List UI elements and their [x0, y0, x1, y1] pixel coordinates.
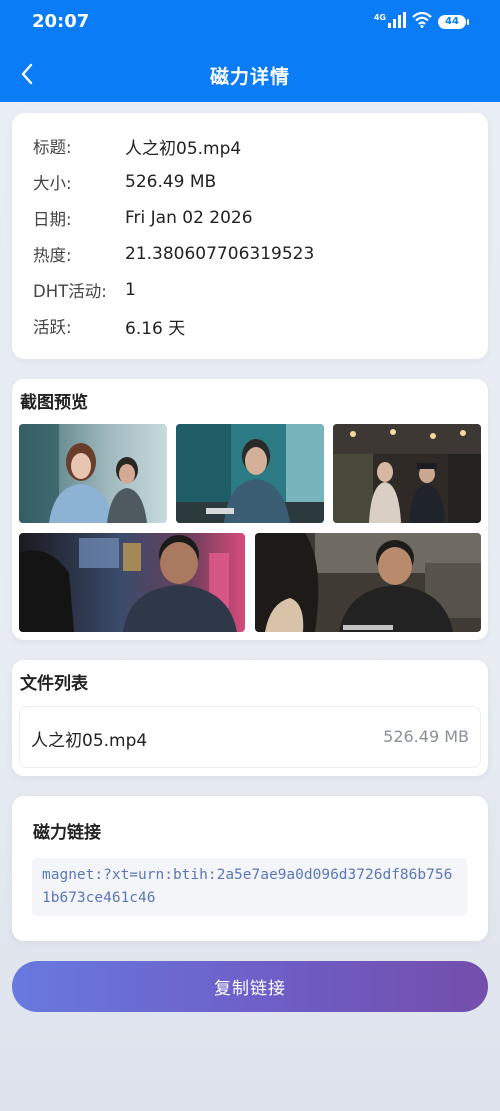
info-value: 1	[125, 280, 136, 300]
file-list-item[interactable]: 人之初05.mp4 526.49 MB	[19, 706, 481, 768]
app-header: 20:07 4G 44 磁力详情	[0, 0, 500, 102]
screenshot-thumbnail-5[interactable]	[255, 533, 481, 632]
magnet-link-card: 磁力链接 magnet:?xt=urn:btih:2a5e7ae9a0d096d…	[12, 796, 488, 941]
info-value: 526.49 MB	[125, 172, 217, 192]
info-value: 6.16 天	[125, 318, 186, 339]
screenshot-preview-card: 截图预览	[12, 379, 488, 640]
nav-bar: 磁力详情	[0, 46, 500, 102]
file-list-card: 文件列表 人之初05.mp4 526.49 MB	[12, 660, 488, 776]
signal-icon	[388, 12, 406, 32]
section-title: 磁力链接	[33, 823, 101, 843]
scene-image	[333, 424, 481, 523]
scene-image	[19, 424, 167, 523]
file-name: 人之初05.mp4	[31, 731, 148, 751]
info-value: Fri Jan 02 2026	[125, 208, 253, 228]
info-label: 标题:	[33, 138, 72, 157]
info-value: 人之初05.mp4	[125, 138, 242, 159]
info-card: 标题: 人之初05.mp4 大小: 526.49 MB 日期: Fri Jan …	[12, 113, 488, 359]
battery-icon: 44	[438, 15, 469, 29]
info-row-title: 标题: 人之初05.mp4	[33, 134, 242, 159]
section-title: 截图预览	[20, 393, 88, 413]
info-label: 活跃:	[33, 318, 72, 337]
screenshot-thumbnail-4[interactable]	[19, 533, 245, 632]
scene-image	[176, 424, 324, 523]
page-title: 磁力详情	[209, 66, 290, 88]
wifi-icon	[412, 11, 432, 32]
info-row-active: 活跃: 6.16 天	[33, 314, 186, 339]
status-time: 20:07	[32, 11, 90, 32]
info-label: 日期:	[33, 210, 72, 229]
file-size: 526.49 MB	[383, 727, 469, 746]
screenshot-thumbnail-1[interactable]	[19, 424, 167, 523]
info-row-date: 日期: Fri Jan 02 2026	[33, 206, 253, 230]
info-label: DHT活动:	[33, 282, 107, 301]
scene-image	[255, 533, 481, 632]
screenshot-thumbnail-3[interactable]	[333, 424, 481, 523]
info-label: 大小:	[33, 174, 72, 193]
status-icons: 4G 44	[373, 11, 469, 32]
screenshot-thumbnail-2[interactable]	[176, 424, 324, 523]
info-value: 21.380607706319523	[125, 244, 315, 264]
status-bar: 20:07 4G 44	[0, 0, 500, 46]
magnet-link-text[interactable]: magnet:?xt=urn:btih:2a5e7ae9a0d096d3726d…	[32, 858, 467, 916]
copy-link-button[interactable]: 复制链接	[12, 961, 488, 1012]
info-row-heat: 热度: 21.380607706319523	[33, 242, 314, 266]
info-row-dht: DHT活动: 1	[33, 278, 136, 302]
info-label: 热度:	[33, 246, 72, 265]
info-row-size: 大小: 526.49 MB	[33, 170, 216, 194]
network-type: 4G	[373, 12, 386, 22]
section-title: 文件列表	[20, 674, 88, 694]
scene-image	[19, 533, 245, 632]
